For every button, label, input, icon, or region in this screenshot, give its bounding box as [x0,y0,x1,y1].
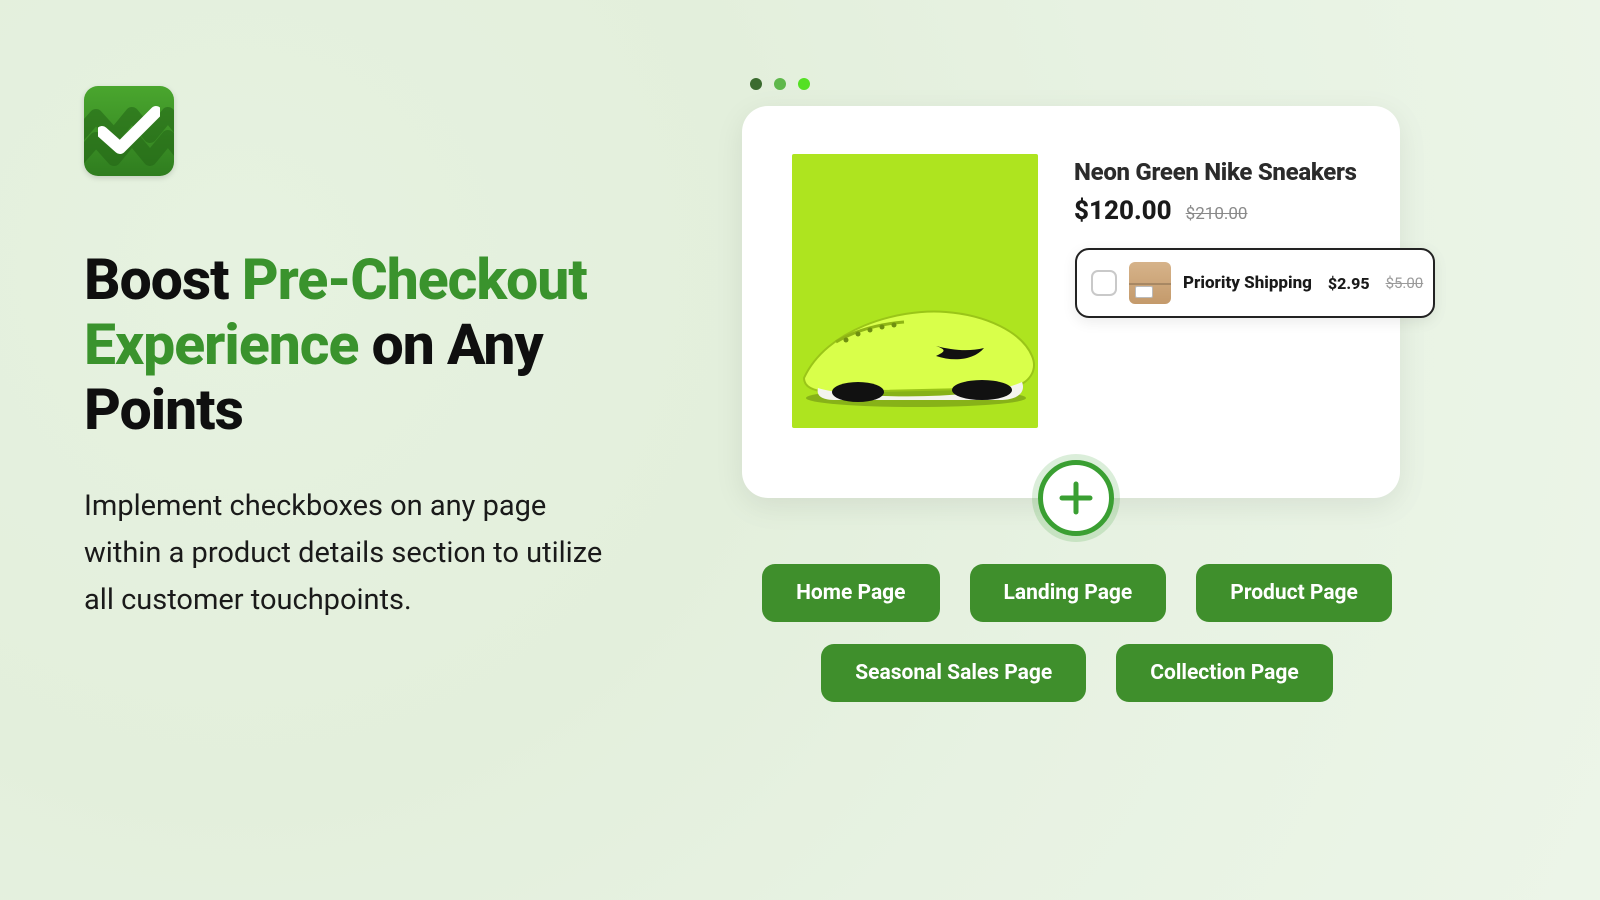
chip-collection-page[interactable]: Collection Page [1116,644,1333,702]
chip-home-page[interactable]: Home Page [762,564,939,622]
upsell-row[interactable]: Priority Shipping $2.95 $5.00 [1075,248,1435,318]
chip-seasonal-sales[interactable]: Seasonal Sales Page [821,644,1086,702]
chip-landing-page[interactable]: Landing Page [970,564,1167,622]
product-title: Neon Green Nike Sneakers [1074,158,1360,186]
product-image [792,154,1038,428]
upsell-label: Priority Shipping [1183,273,1312,293]
marketing-copy: Boost Pre-Checkout Experience on Any Poi… [84,86,644,624]
window-traffic-lights [742,78,1422,90]
product-price: $120.00 [1074,196,1172,226]
plus-icon [1057,479,1095,517]
package-icon [1129,262,1171,304]
headline: Boost Pre-Checkout Experience on Any Poi… [84,248,644,443]
price-row: $120.00 $210.00 [1074,196,1360,226]
product-compare-price: $210.00 [1186,204,1248,224]
traffic-dot-2 [774,78,786,90]
upsell-compare-price: $5.00 [1386,274,1424,292]
add-connector [1038,460,1114,536]
upsell-price: $2.95 [1328,274,1370,293]
app-logo [84,86,174,176]
plus-circle [1038,460,1114,536]
subheadline: Implement checkboxes on any page within … [84,483,614,624]
sneaker-illustration [792,260,1038,410]
page-type-chips: Home Page Landing Page Product Page Seas… [742,564,1412,702]
chip-product-page[interactable]: Product Page [1196,564,1392,622]
checkmark-icon [98,106,160,156]
traffic-dot-1 [750,78,762,90]
traffic-dot-3 [798,78,810,90]
upsell-checkbox[interactable] [1091,270,1117,296]
headline-part-1: Boost [84,246,242,313]
